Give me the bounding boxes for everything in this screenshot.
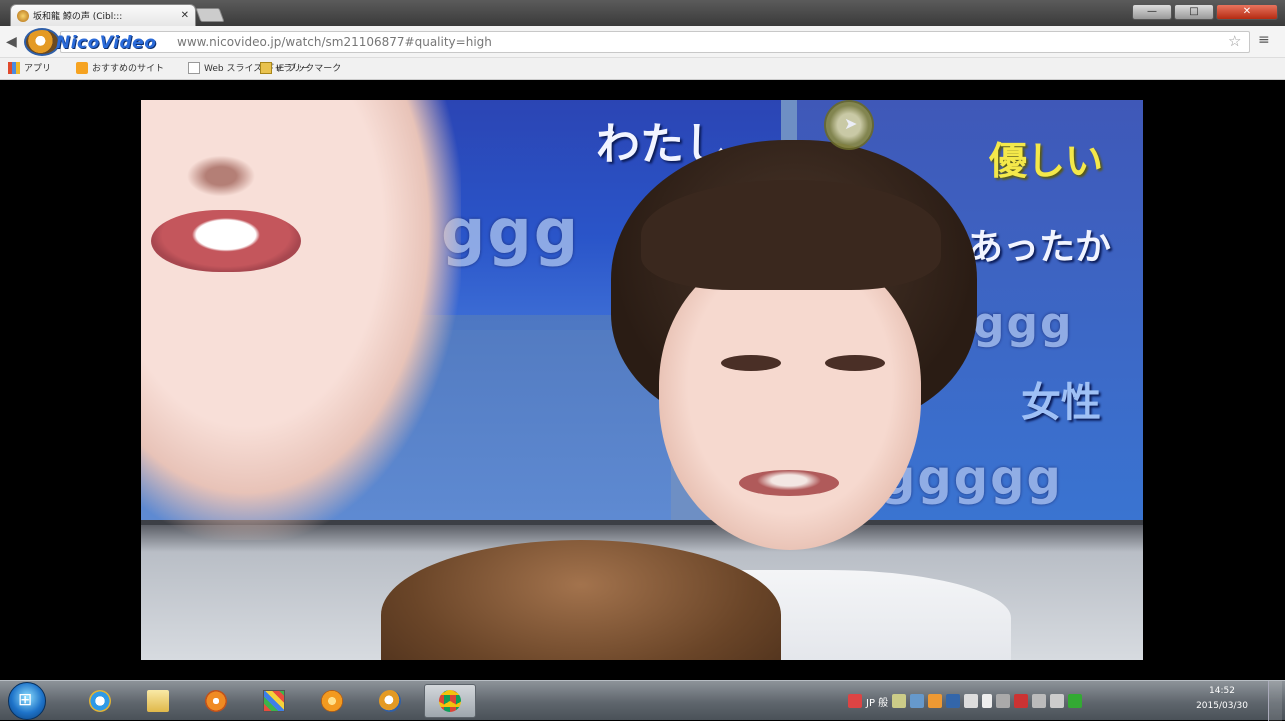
closeup-face <box>141 100 461 540</box>
tray-icon[interactable] <box>964 694 979 708</box>
logo-text: NicoVideo <box>56 33 157 53</box>
taskbar-ie-button[interactable] <box>78 684 122 718</box>
tray-icon[interactable] <box>946 694 961 708</box>
address-bar-url[interactable]: www.nicovideo.jp/watch/sm21106877#qualit… <box>177 35 492 49</box>
taskbar-app-button[interactable] <box>310 684 354 718</box>
system-tray: JP 般 <box>848 689 1083 713</box>
bookmark-recommended-label: おすすめのサイト <box>92 64 165 74</box>
cursor-icon: ➤ <box>844 114 858 133</box>
paint-icon <box>263 690 285 712</box>
tab-close-icon[interactable]: ✕ <box>181 10 189 21</box>
person-eye-left <box>721 355 781 371</box>
recommended-icon <box>76 61 88 74</box>
network-icon[interactable] <box>1032 694 1047 708</box>
pattern-text: ggg <box>441 195 581 268</box>
explorer-icon <box>147 690 169 712</box>
person-fringe <box>641 180 941 290</box>
bookmark-ie[interactable]: IE ブックマーク <box>260 61 341 74</box>
taskbar-paint-button[interactable] <box>252 684 296 718</box>
star-icon[interactable]: ☆ <box>1228 32 1241 50</box>
volume-icon[interactable] <box>1050 694 1065 708</box>
new-tab-button[interactable] <box>195 8 225 22</box>
bookmark-recommended[interactable]: おすすめのサイト <box>76 61 164 74</box>
system-clock[interactable]: 14:52 2015/03/30 <box>1192 684 1252 714</box>
ie-icon <box>89 690 111 712</box>
start-button[interactable]: ⊞ <box>8 682 46 720</box>
closeup-nose <box>161 140 281 200</box>
media-player-icon <box>205 690 227 712</box>
tray-icon[interactable] <box>848 694 862 708</box>
back-icon[interactable]: ◀ <box>6 34 17 50</box>
person-face <box>659 250 921 550</box>
menu-icon[interactable]: ≡ <box>1258 32 1270 48</box>
browser-toolbar: www.nicovideo.jp/watch/sm21106877#qualit… <box>0 26 1285 58</box>
windows-taskbar: ⊞ JP 般 14:52 2015/03/30 <box>0 680 1285 721</box>
browser-tab-strip: 坂和龍 鯨の声 (Cibl::: ✕ — □ ✕ <box>0 0 1285 26</box>
flag-icon[interactable] <box>982 694 993 708</box>
mouse-cursor-highlight: ➤ <box>824 100 874 150</box>
tray-icon[interactable] <box>892 694 907 708</box>
bookmarks-bar: アプリ おすすめのサイト Web スライス ギャラリー IE ブックマーク <box>0 58 1285 80</box>
niconico-icon <box>379 690 401 712</box>
page-content: ggg gggggg ggg ggggg わたし 優しい あったか 女性 ➤ <box>0 80 1285 680</box>
app-icon <box>321 690 343 712</box>
taskbar-chrome-button[interactable] <box>424 684 476 718</box>
tray-icon[interactable] <box>1014 694 1029 708</box>
close-window-button[interactable]: ✕ <box>1216 4 1278 20</box>
tray-icon[interactable] <box>996 694 1011 708</box>
show-desktop-button[interactable] <box>1268 681 1282 721</box>
browser-tab[interactable]: 坂和龍 鯨の声 (Cibl::: ✕ <box>10 4 196 26</box>
taskbar-media-player-button[interactable] <box>194 684 238 718</box>
favicon-icon <box>17 9 29 22</box>
tray-icon[interactable] <box>1068 694 1083 708</box>
person-eye-right <box>825 355 885 371</box>
person-mouth <box>739 470 839 496</box>
taskbar-niconico-button[interactable] <box>368 684 412 718</box>
start-orb-icon: ⊞ <box>18 690 33 710</box>
tab-title: 坂和龍 鯨の声 (Cibl::: <box>33 12 123 22</box>
address-bar[interactable]: www.nicovideo.jp/watch/sm21106877#qualit… <box>60 31 1250 53</box>
ime-indicator[interactable]: JP 般 <box>866 694 888 709</box>
bookmark-apps-label: アプリ <box>24 64 52 74</box>
page-icon <box>188 61 200 74</box>
bookmark-ie-label: IE ブックマーク <box>276 64 342 74</box>
taskbar-explorer-button[interactable] <box>136 684 180 718</box>
caption-josei: 女性 <box>1021 380 1101 426</box>
clock-date: 2015/03/30 <box>1196 701 1248 711</box>
folder-icon <box>260 61 272 74</box>
bookmark-apps[interactable]: アプリ <box>8 61 51 74</box>
closeup-lips <box>151 210 301 272</box>
clock-time: 14:52 <box>1209 686 1235 696</box>
apps-icon <box>8 61 20 74</box>
niconico-logo: NicoVideo <box>22 27 172 57</box>
tray-icon[interactable] <box>928 694 943 708</box>
video-player[interactable]: ggg gggggg ggg ggggg わたし 優しい あったか 女性 ➤ <box>141 100 1143 660</box>
caption-yasashii: 優しい <box>989 139 1104 183</box>
chrome-icon <box>439 690 461 712</box>
maximize-button[interactable]: □ <box>1174 4 1214 20</box>
nico-mascot-icon <box>24 28 60 56</box>
minimize-button[interactable]: — <box>1132 4 1172 20</box>
tray-icon[interactable] <box>910 694 925 708</box>
